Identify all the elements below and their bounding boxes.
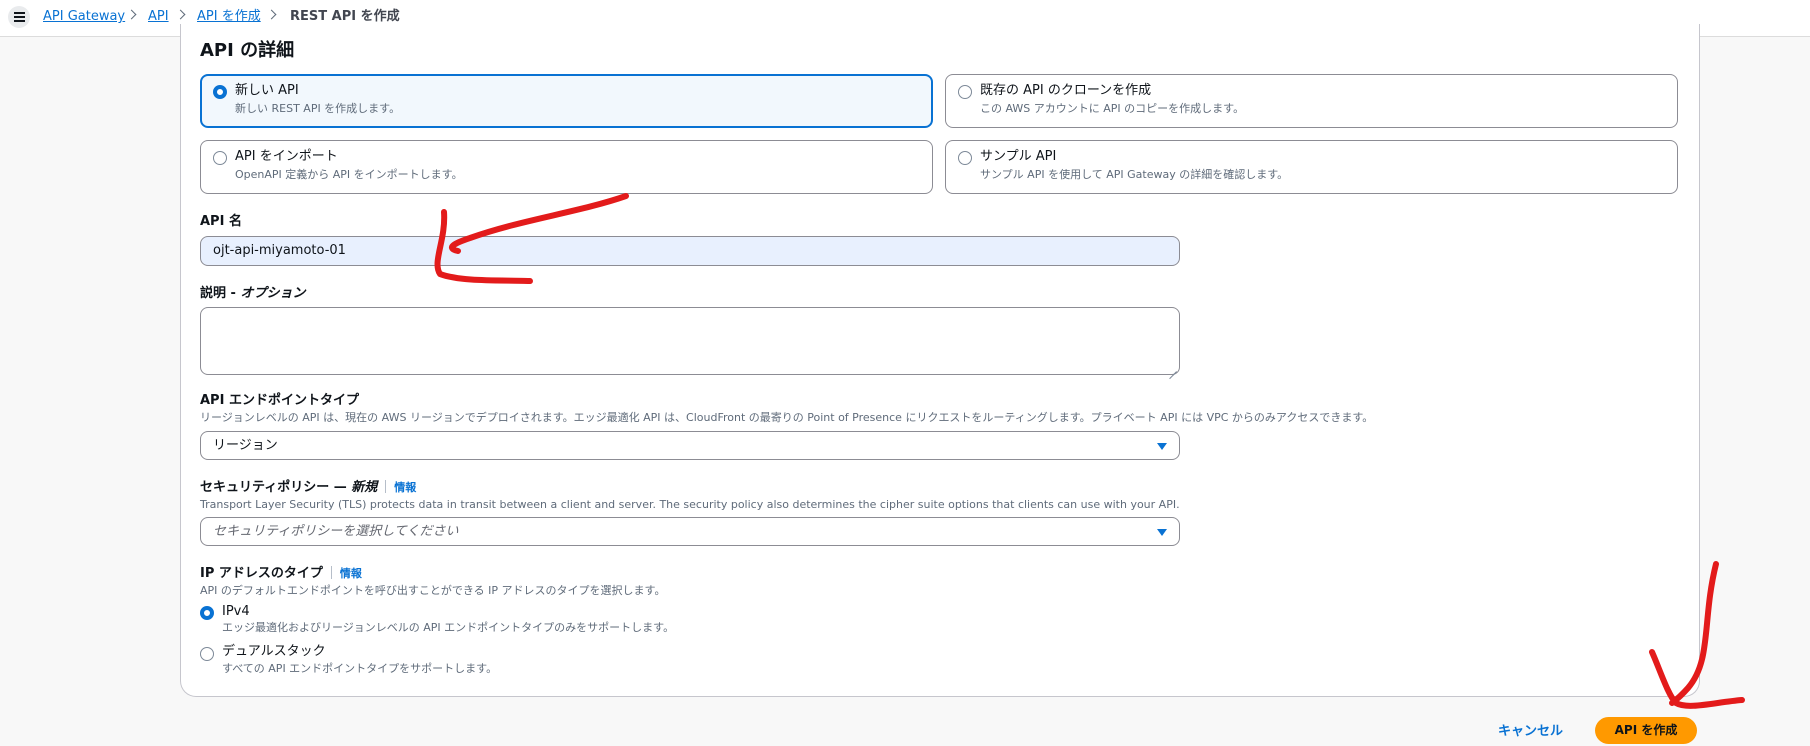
radio-import-api[interactable] — [213, 151, 227, 165]
radio-clone-api[interactable] — [958, 85, 972, 99]
tile-sample-api[interactable]: サンプル API サンプル API を使用して API Gateway の詳細を… — [945, 140, 1678, 194]
ipv4-desc: エッジ最適化およびリージョンレベルの API エンドポイントタイプのみをサポート… — [222, 621, 675, 634]
tile-sample-api-title: サンプル API — [980, 149, 1057, 164]
divider — [330, 566, 332, 579]
description-textarea[interactable] — [200, 307, 1180, 375]
ip-type-label: IP アドレスのタイプ 情報 — [200, 565, 362, 582]
breadcrumb-api[interactable]: API — [148, 9, 169, 25]
ip-type-info-link[interactable]: 情報 — [340, 567, 362, 580]
tile-new-api-desc: 新しい REST API を作成します。 — [235, 102, 401, 115]
caret-down-icon — [1157, 529, 1167, 536]
tile-new-api-title: 新しい API — [235, 83, 299, 98]
dual-stack-desc: すべての API エンドポイントタイプをサポートします。 — [222, 662, 498, 675]
cancel-button[interactable]: キャンセル — [1498, 720, 1563, 739]
endpoint-type-value: リージョン — [213, 438, 278, 453]
security-policy-label: セキュリティポリシー — 新規 情報 — [200, 479, 416, 496]
security-policy-info-link[interactable]: 情報 — [394, 481, 416, 494]
ip-type-hint: API のデフォルトエンドポイントを呼び出すことができる IP アドレスのタイプ… — [200, 584, 666, 597]
security-policy-new-tag: 新規 — [351, 480, 378, 495]
hamburger-menu-icon[interactable] — [8, 6, 30, 28]
section-title: API の詳細 — [200, 40, 295, 61]
tile-clone-api-desc: この AWS アカウントに API のコピーを作成します。 — [980, 102, 1245, 115]
breadcrumb-current-page: REST API を作成 — [290, 9, 400, 24]
description-label: 説明 - オプション — [200, 286, 306, 301]
caret-down-icon — [1157, 443, 1167, 450]
tile-sample-api-desc: サンプル API を使用して API Gateway の詳細を確認します。 — [980, 168, 1289, 181]
ip-type-label-text: IP アドレスのタイプ — [200, 566, 323, 581]
tile-clone-api-title: 既存の API のクローンを作成 — [980, 83, 1152, 98]
endpoint-type-select[interactable]: リージョン — [200, 431, 1180, 460]
chevron-right-icon — [175, 9, 186, 20]
endpoint-type-hint: リージョンレベルの API は、現在の AWS リージョンでデプロイされます。エ… — [200, 411, 1374, 424]
radio-ipv4[interactable] — [200, 606, 214, 620]
description-optional-tag: オプション — [240, 286, 306, 301]
breadcrumb-api-gateway[interactable]: API Gateway — [43, 9, 125, 25]
breadcrumb-create-api[interactable]: API を作成 — [197, 9, 261, 25]
radio-new-api[interactable] — [213, 85, 227, 99]
radio-sample-api[interactable] — [958, 151, 972, 165]
security-policy-hint: Transport Layer Security (TLS) protects … — [200, 498, 1180, 511]
tile-new-api[interactable]: 新しい API 新しい REST API を作成します。 — [200, 74, 933, 128]
security-policy-placeholder: セキュリティポリシーを選択してください — [213, 524, 459, 539]
tile-import-api-title: API をインポート — [235, 149, 338, 164]
radio-dual-stack[interactable] — [200, 647, 214, 661]
description-label-text: 説明 — [200, 286, 227, 301]
security-policy-select[interactable]: セキュリティポリシーを選択してください — [200, 517, 1180, 546]
security-policy-label-text: セキュリティポリシー — — [200, 480, 347, 495]
tile-import-api-desc: OpenAPI 定義から API をインポートします。 — [235, 168, 463, 181]
chevron-right-icon — [266, 9, 277, 20]
endpoint-type-label: API エンドポイントタイプ — [200, 393, 359, 408]
tile-clone-api[interactable]: 既存の API のクローンを作成 この AWS アカウントに API のコピーを… — [945, 74, 1678, 128]
ipv4-title[interactable]: IPv4 — [222, 604, 250, 620]
api-name-label: API 名 — [200, 214, 242, 229]
resize-handle-icon[interactable] — [1169, 364, 1177, 372]
dual-stack-title[interactable]: デュアルスタック — [222, 644, 326, 660]
chevron-right-icon — [126, 9, 137, 20]
divider — [385, 480, 387, 493]
create-api-button[interactable]: API を作成 — [1595, 717, 1697, 744]
tile-import-api[interactable]: API をインポート OpenAPI 定義から API をインポートします。 — [200, 140, 933, 194]
api-name-input[interactable]: ojt-api-miyamoto-01 — [200, 236, 1180, 266]
